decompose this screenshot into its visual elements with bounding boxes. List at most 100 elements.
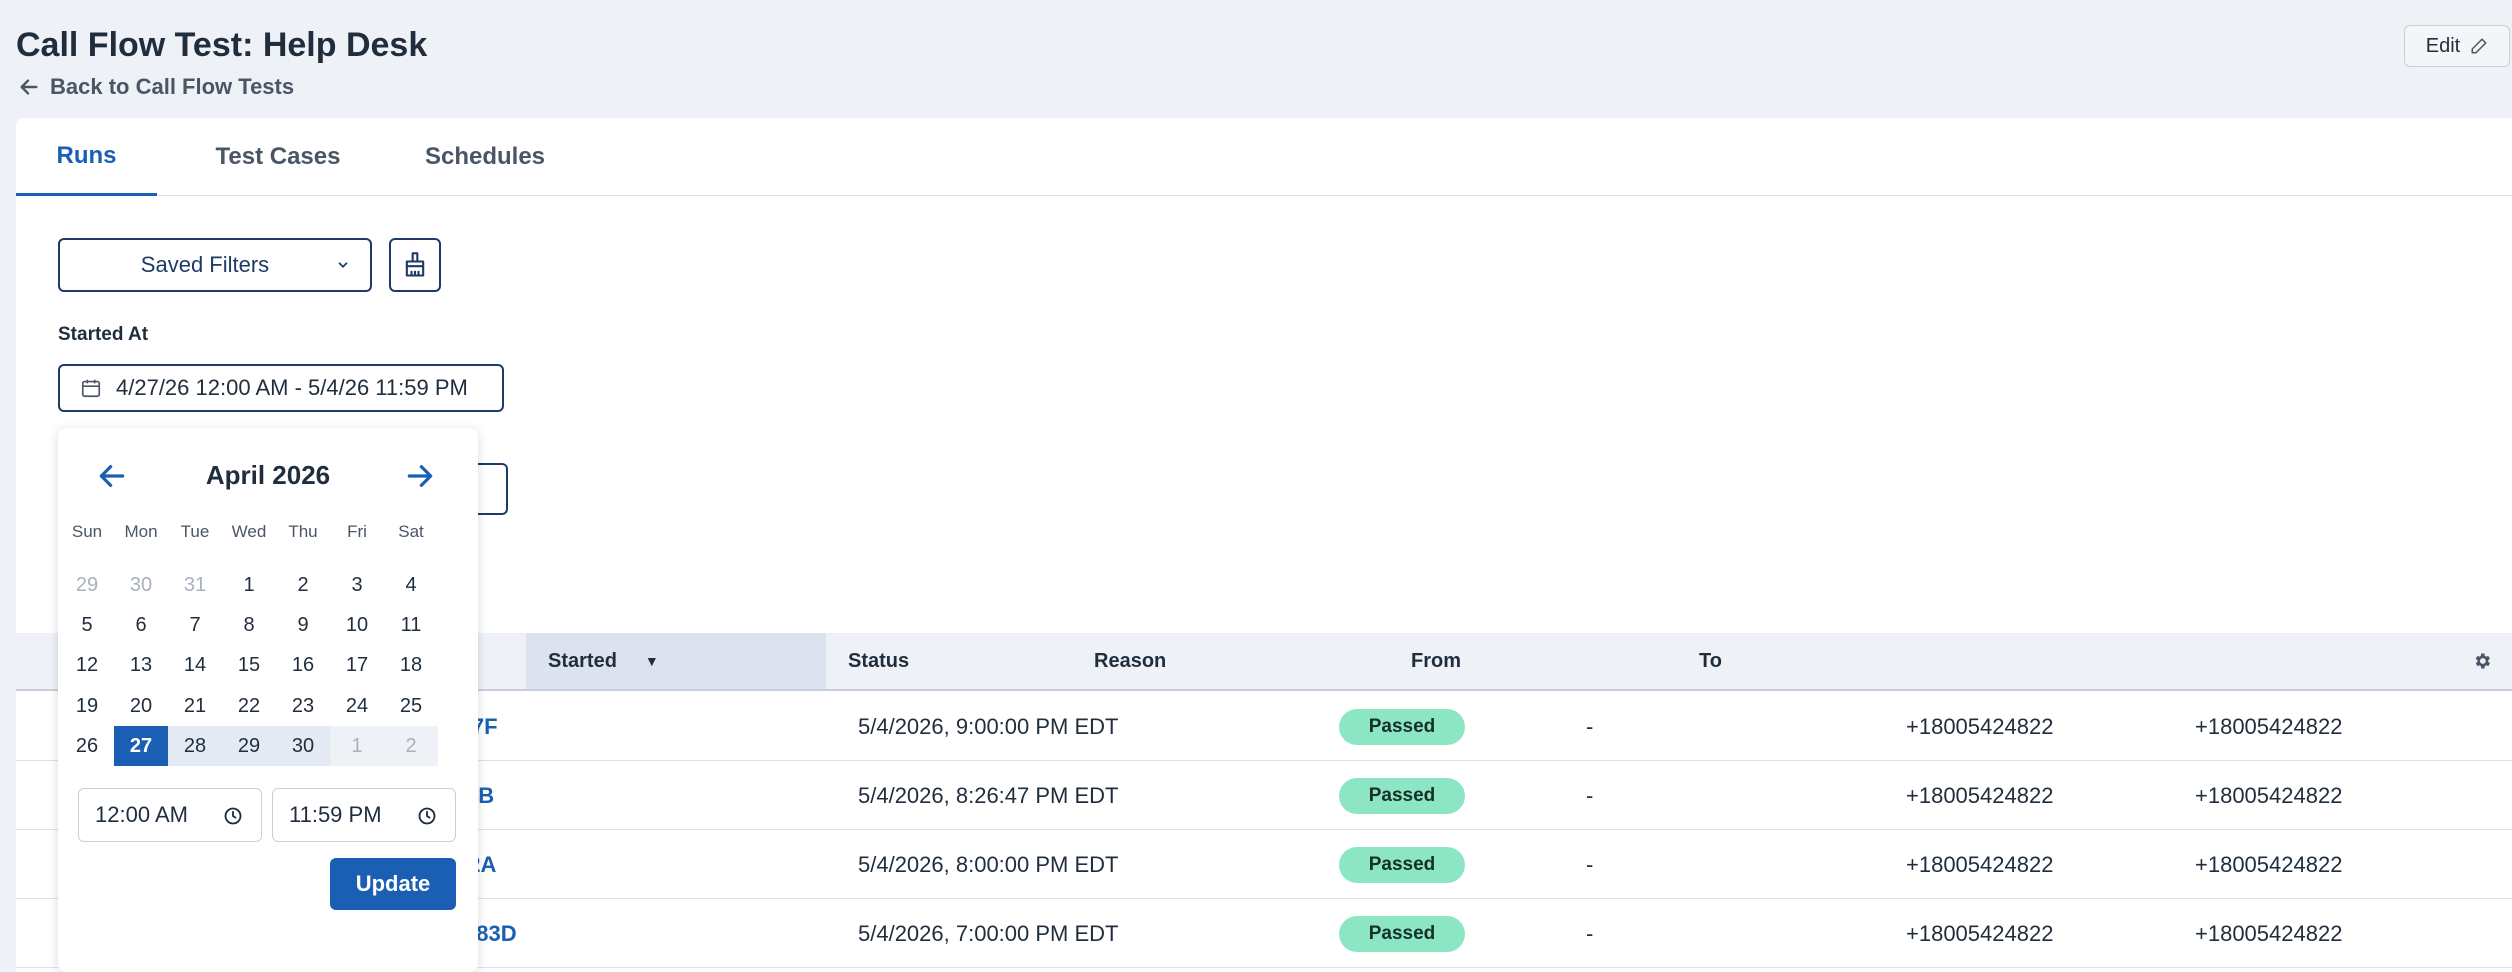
column-header-from[interactable]: From [1411,633,1561,689]
calendar-day[interactable]: 22 [222,686,276,726]
pencil-icon [2471,38,2487,54]
reason-cell: - [1586,713,1594,739]
calendar-day[interactable]: 1 [222,565,276,605]
calendar-day[interactable]: 7 [168,605,222,645]
calendar-day[interactable]: 12 [60,645,114,685]
column-header-started[interactable]: Started ▼ [526,633,826,689]
calendar-header: April 2026 [58,456,478,496]
started-at-label: Started At [58,324,149,345]
to-cell: +18005424822 [2195,851,2343,877]
page-title: Call Flow Test: Help Desk [16,26,428,64]
next-month-button[interactable] [404,460,436,492]
date-picker-popover: April 2026 Sun Mon Tue Wed Thu Fri Sat 29 30 31 1… [58,428,478,972]
calendar-day[interactable]: 31 [168,565,222,605]
from-cell: +18005424822 [1906,713,2054,739]
status-badge: Passed [1339,777,1465,814]
saved-filters-dropdown[interactable]: Saved Filters [58,238,372,292]
status-badge: Passed [1339,915,1465,952]
gear-icon[interactable] [2472,651,2492,671]
calendar-day[interactable]: 4 [384,565,438,605]
column-header-status[interactable]: Status [848,633,998,689]
calendar-day[interactable]: 24 [330,686,384,726]
reason-cell: - [1586,782,1594,808]
calendar-day[interactable]: 23 [276,686,330,726]
reason-cell: - [1586,851,1594,877]
to-cell: +18005424822 [2195,713,2343,739]
tab-runs[interactable]: Runs [16,118,157,196]
calendar-day[interactable]: 15 [222,645,276,685]
previous-month-button[interactable] [96,460,128,492]
calendar-day[interactable]: 14 [168,645,222,685]
start-time-value: 12:00 AM [95,802,188,827]
calendar-day[interactable]: 25 [384,686,438,726]
started-cell: 5/4/2026, 8:00:00 PM EDT [858,851,1119,877]
calendar-day-selected[interactable]: 27 [114,726,168,766]
column-header-to[interactable]: To [1699,633,1849,689]
calendar-day[interactable]: 8 [222,605,276,645]
back-link-label: Back to Call Flow Tests [50,74,295,99]
weekday-label: Mon [124,522,158,541]
weekday-label: Sat [398,522,424,541]
calendar-day[interactable]: 13 [114,645,168,685]
calendar-icon [81,379,101,398]
calendar-day[interactable]: 3 [330,565,384,605]
calendar-day[interactable]: 6 [114,605,168,645]
from-cell: +18005424822 [1906,851,2054,877]
calendar-day[interactable]: 19 [60,686,114,726]
weekday-label: Wed [231,522,267,541]
broom-icon [405,252,425,277]
calendar-day[interactable]: 11 [384,605,438,645]
calendar-day[interactable]: 10 [330,605,384,645]
calendar-day[interactable]: 21 [168,686,222,726]
tab-test-cases[interactable]: Test Cases [188,118,368,196]
clear-filters-button[interactable] [389,238,441,292]
update-button[interactable]: Update [330,858,456,910]
started-cell: 5/4/2026, 8:26:47 PM EDT [858,782,1119,808]
clock-icon [418,807,436,825]
started-at-date-range-input[interactable]: 4/27/26 12:00 AM - 5/4/26 11:59 PM [58,364,504,412]
status-badge: Passed [1339,708,1465,745]
tab-schedules[interactable]: Schedules [400,118,570,196]
sort-desc-icon: ▼ [644,653,659,669]
weekday-label: Tue [180,522,210,541]
calendar-day[interactable]: 18 [384,645,438,685]
from-cell: +18005424822 [1906,920,2054,946]
status-badge: Passed [1339,846,1465,883]
calendar-day[interactable]: 2 [384,726,438,766]
started-cell: 5/4/2026, 7:00:00 PM EDT [858,920,1119,946]
column-header-reason[interactable]: Reason [1094,633,1244,689]
calendar-day[interactable]: 1 [330,726,384,766]
edit-button-label: Edit [2425,34,2461,57]
edit-button[interactable]: Edit [2404,25,2510,67]
calendar-day[interactable]: 9 [276,605,330,645]
reason-cell: - [1586,920,1594,946]
calendar-day[interactable]: 30 [114,565,168,605]
calendar-day[interactable]: 17 [330,645,384,685]
to-cell: +18005424822 [2195,920,2343,946]
calendar-day[interactable]: 29 [222,726,276,766]
saved-filters-label: Saved Filters [140,252,270,277]
end-time-input[interactable]: 11:59 PM [272,788,456,842]
calendar-day[interactable]: 26 [60,726,114,766]
column-header-started-label: Started [548,649,617,672]
arrow-right-icon [407,465,433,487]
calendar-day[interactable]: 2 [276,565,330,605]
weekday-label: Sun [71,522,103,541]
back-link[interactable]: Back to Call Flow Tests [18,74,294,100]
calendar-day[interactable]: 16 [276,645,330,685]
end-time-value: 11:59 PM [289,802,382,827]
calendar-day[interactable]: 29 [60,565,114,605]
clock-icon [224,807,242,825]
weekday-label: Fri [347,522,367,541]
start-time-input[interactable]: 12:00 AM [78,788,262,842]
calendar-day[interactable]: 28 [168,726,222,766]
calendar-day[interactable]: 20 [114,686,168,726]
arrow-left-icon [20,79,38,95]
tab-bar: Runs Test Cases Schedules [16,118,2512,196]
weekday-label: Thu [288,522,318,541]
to-cell: +18005424822 [2195,782,2343,808]
arrow-left-icon [99,465,125,487]
calendar-day[interactable]: 5 [60,605,114,645]
calendar-day[interactable]: 30 [276,726,330,766]
started-cell: 5/4/2026, 9:00:00 PM EDT [858,713,1119,739]
